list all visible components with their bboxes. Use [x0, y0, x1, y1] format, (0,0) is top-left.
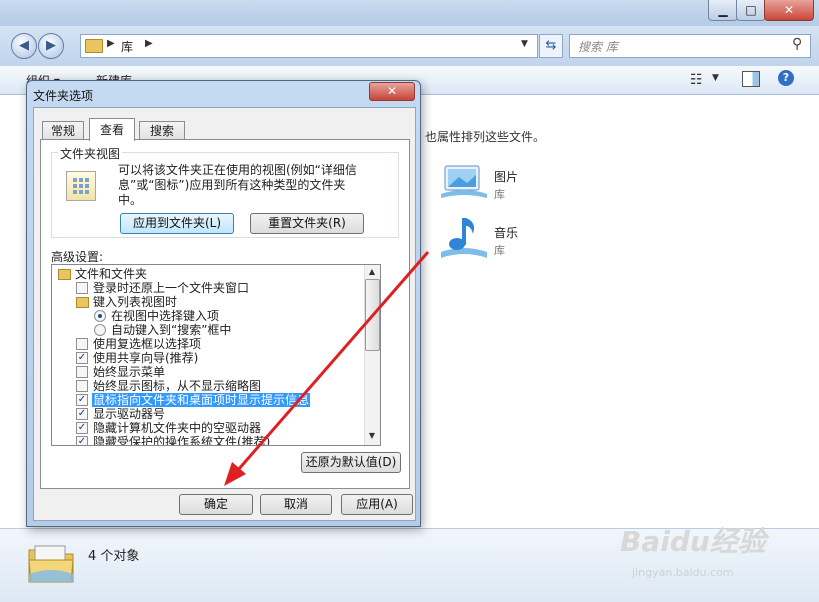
change-view-icon[interactable]: ☷ — [690, 72, 703, 88]
advanced-settings-list[interactable]: 文件和文件夹 登录时还原上一个文件夹窗口 键入列表视图时 在视图中选择键入项 自动键入到… — [51, 264, 381, 446]
advanced-settings-label: 高级设置: — [51, 250, 104, 264]
search-input[interactable]: 搜索 库 ⚲ — [569, 34, 811, 58]
checkbox[interactable] — [76, 366, 88, 378]
scroll-down-icon[interactable]: ▼ — [364, 429, 380, 443]
view-dropdown-icon[interactable]: ▼ — [712, 73, 719, 83]
checkbox[interactable]: ✓ — [76, 394, 88, 406]
help-icon[interactable]: ? — [778, 70, 794, 86]
music-library-icon[interactable] — [441, 214, 487, 262]
radio-button[interactable] — [94, 324, 106, 336]
library-type: 库 — [494, 244, 505, 257]
folder-view-icon — [66, 171, 96, 201]
library-folder-icon — [28, 545, 74, 583]
library-description: 也属性排列这些文件。 — [425, 130, 546, 144]
setting-label: 登录时还原上一个文件夹窗口 — [93, 281, 250, 295]
breadcrumb-arrow-icon[interactable]: ▶ — [145, 38, 153, 49]
checkbox[interactable]: ✓ — [76, 352, 88, 364]
folder-icon — [58, 269, 71, 280]
close-window-button[interactable]: ✕ — [764, 0, 814, 21]
item-count: 4 个对象 — [88, 549, 140, 564]
checkbox[interactable]: ✓ — [76, 422, 88, 434]
apply-to-folders-button[interactable]: 应用到文件夹(L) — [120, 213, 234, 234]
setting-label: 使用共享向导(推荐) — [93, 351, 199, 365]
scroll-up-icon[interactable]: ▲ — [364, 265, 380, 279]
library-name[interactable]: 音乐 — [494, 224, 518, 241]
tab-search[interactable]: 搜索 — [139, 121, 185, 140]
breadcrumb-arrow-icon[interactable]: ▶ — [107, 38, 115, 49]
refresh-icon[interactable]: ⇆ — [539, 34, 563, 58]
maximize-button[interactable]: □ — [736, 0, 766, 21]
setting-label: 文件和文件夹 — [75, 267, 148, 281]
pictures-library-icon[interactable] — [441, 164, 487, 200]
dialog-close-button[interactable]: ✕ — [369, 82, 415, 101]
setting-label: 键入列表视图时 — [93, 295, 178, 309]
checkbox[interactable] — [76, 338, 88, 350]
ok-button[interactable]: 确定 — [179, 494, 253, 515]
address-bar[interactable]: ▶ 库 ▶ ▼ — [80, 34, 538, 58]
checkbox[interactable]: ✓ — [76, 436, 88, 445]
watermark: Baidu经验 — [620, 525, 766, 558]
forward-arrow-icon[interactable]: ▶ — [38, 33, 64, 59]
library-name[interactable]: 图片 — [494, 168, 518, 185]
setting-label: 在视图中选择键入项 — [111, 309, 220, 323]
folder-views-legend: 文件夹视图 — [58, 145, 123, 162]
setting-label: 始终显示图标，从不显示缩略图 — [93, 379, 262, 393]
folder-views-group: 文件夹视图 可以将该文件夹正在使用的视图(例如“详细信息”或“图标”)应用到所有… — [51, 145, 399, 238]
search-placeholder: 搜索 库 — [578, 40, 618, 54]
restore-defaults-button[interactable]: 还原为默认值(D) — [301, 452, 401, 473]
address-path[interactable]: 库 — [121, 38, 133, 55]
address-dropdown-icon[interactable]: ▼ — [521, 39, 528, 49]
search-icon[interactable]: ⚲ — [792, 36, 802, 52]
setting-label: 始终显示菜单 — [93, 365, 166, 379]
dialog-body: 常规 查看 搜索 文件夹视图 可以将该文件夹正在使用的视图(例如“详细信息”或“… — [33, 107, 416, 521]
setting-label: 隐藏计算机文件夹中的空驱动器 — [93, 421, 262, 435]
view-tab-panel: 文件夹视图 可以将该文件夹正在使用的视图(例如“详细信息”或“图标”)应用到所有… — [40, 139, 410, 489]
library-folder-icon — [85, 39, 103, 53]
scroll-thumb[interactable] — [365, 279, 380, 351]
radio-button[interactable] — [94, 310, 106, 322]
folder-icon — [76, 297, 89, 308]
checkbox[interactable]: ✓ — [76, 408, 88, 420]
apply-button[interactable]: 应用(A) — [341, 494, 413, 515]
library-type: 库 — [494, 188, 505, 201]
preview-pane-icon[interactable] — [742, 71, 760, 87]
checkbox[interactable] — [76, 282, 88, 294]
cancel-button[interactable]: 取消 — [260, 494, 332, 515]
watermark-url: jingyan.baidu.com — [632, 566, 734, 579]
setting-label: 鼠标指向文件夹和桌面项时显示提示信息 — [92, 393, 311, 407]
explorer-title-bar — [0, 0, 819, 26]
dialog-title: 文件夹选项 — [33, 89, 94, 103]
setting-label: 使用复选框以选择项 — [93, 337, 202, 351]
back-arrow-icon[interactable]: ◀ — [11, 33, 37, 59]
reset-folders-button[interactable]: 重置文件夹(R) — [250, 213, 364, 234]
setting-label: 自动键入到“搜索”框中 — [111, 323, 232, 337]
tab-view[interactable]: 查看 — [89, 118, 135, 141]
setting-label: 显示驱动器号 — [93, 407, 166, 421]
tab-general[interactable]: 常规 — [42, 121, 84, 140]
setting-label: 隐藏受保护的操作系统文件(推荐) — [93, 435, 271, 446]
folder-options-dialog: 文件夹选项 ✕ 常规 查看 搜索 文件夹视图 可以将该文件夹正在使用的视图(例如… — [26, 80, 421, 527]
folder-views-description: 可以将该文件夹正在使用的视图(例如“详细信息”或“图标”)应用到所有这种类型的文… — [118, 163, 357, 207]
minimize-button[interactable]: ▁ — [708, 0, 738, 21]
checkbox[interactable] — [76, 380, 88, 392]
